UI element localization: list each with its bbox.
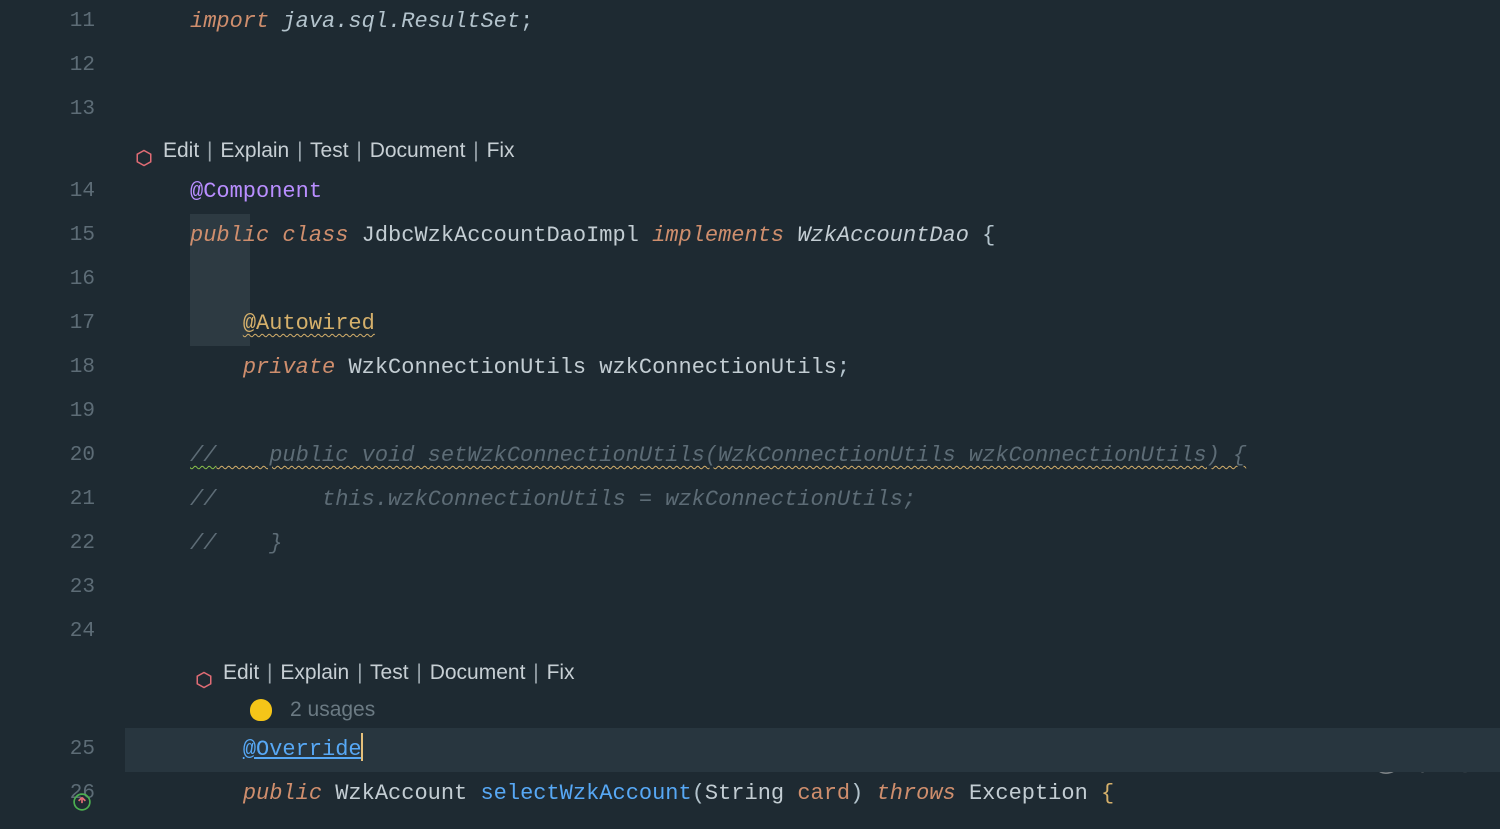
line-number: 11 (0, 0, 95, 44)
ai-fix-action[interactable]: Fix (487, 139, 515, 162)
code-line (125, 566, 1500, 610)
ai-document-action[interactable]: Document (430, 661, 526, 684)
code-line: // this.wzkConnectionUtils = wzkConnecti… (125, 478, 1500, 522)
ai-hex-icon (195, 664, 213, 682)
code-line: public WzkAccount selectWzkAccount(Strin… (125, 772, 1500, 816)
code-line: private WzkConnectionUtils wzkConnection… (125, 346, 1500, 390)
ai-test-action[interactable]: Test (370, 661, 409, 684)
code-line-current: @Override (125, 728, 1500, 772)
line-number: 15 (0, 214, 95, 258)
code-line: import java.sql.ResultSet; (125, 0, 1500, 44)
ai-edit-action[interactable]: Edit (223, 661, 259, 684)
ai-test-action[interactable]: Test (310, 139, 349, 162)
code-line: // } (125, 522, 1500, 566)
code-line (125, 88, 1500, 132)
line-number: 13 (0, 88, 95, 132)
line-number: 21 (0, 478, 95, 522)
annotation-override: @Override (243, 737, 362, 762)
code-line (125, 390, 1500, 434)
ai-explain-action[interactable]: Explain (220, 139, 289, 162)
line-number-gutter: 11 12 13 14 15 16 17 18 19 20 21 22 23 2… (0, 0, 125, 790)
text-cursor (361, 733, 363, 761)
code-line (125, 44, 1500, 88)
line-number: 20 (0, 434, 95, 478)
code-area[interactable]: import java.sql.ResultSet; Edit | Explai… (125, 0, 1500, 790)
line-number: 14 (0, 170, 95, 214)
usages-inlay: 2 usages (125, 692, 1500, 728)
line-number: 23 (0, 566, 95, 610)
ai-hex-icon (135, 142, 153, 160)
line-number: 24 (0, 610, 95, 654)
code-editor[interactable]: 11 12 13 14 15 16 17 18 19 20 21 22 23 2… (0, 0, 1500, 790)
ai-edit-action[interactable]: Edit (163, 139, 199, 162)
ai-explain-action[interactable]: Explain (280, 661, 349, 684)
line-number: 22 (0, 522, 95, 566)
line-number: 18 (0, 346, 95, 390)
line-number: 26 (0, 772, 95, 816)
code-line: @Component (125, 170, 1500, 214)
ai-fix-action[interactable]: Fix (547, 661, 575, 684)
line-number: 19 (0, 390, 95, 434)
code-line: @Autowired (125, 302, 1500, 346)
ai-document-action[interactable]: Document (370, 139, 466, 162)
code-line (125, 258, 1500, 302)
line-number: 16 (0, 258, 95, 302)
annotation-autowired: @Autowired (243, 311, 375, 336)
code-line (125, 610, 1500, 654)
ai-actions-inlay: Edit | Explain | Test | Document | Fix (125, 654, 1500, 692)
code-line: // public void setWzkConnectionUtils(Wzk… (125, 434, 1500, 478)
lightbulb-icon[interactable] (250, 699, 272, 721)
line-number: 12 (0, 44, 95, 88)
usages-count[interactable]: 2 usages (290, 692, 375, 728)
line-number: 17 (0, 302, 95, 346)
line-number: 25 (0, 728, 95, 772)
code-line: public class JdbcWzkAccountDaoImpl imple… (125, 214, 1500, 258)
ai-actions-inlay: Edit | Explain | Test | Document | Fix (125, 132, 1500, 170)
override-gutter-icon[interactable] (73, 785, 91, 803)
